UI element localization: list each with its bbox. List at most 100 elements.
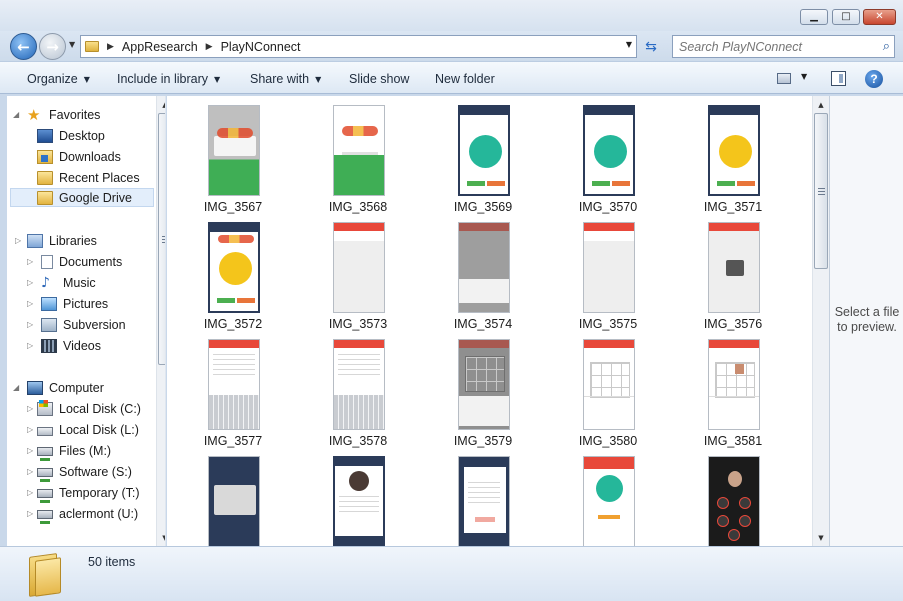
- file-item[interactable]: IMG_3567: [183, 105, 283, 223]
- collapse-computer-icon[interactable]: ◢: [13, 383, 19, 392]
- search-icon[interactable]: ⌕: [883, 39, 890, 54]
- share-with-menu[interactable]: Share with ▼: [250, 72, 321, 86]
- maximize-button[interactable]: □: [832, 9, 860, 25]
- expand-icon[interactable]: ▷: [27, 488, 33, 497]
- image-thumbnail[interactable]: [458, 105, 510, 196]
- image-thumbnail[interactable]: [583, 105, 635, 196]
- image-thumbnail[interactable]: [458, 222, 510, 313]
- close-button[interactable]: ✕: [863, 9, 896, 25]
- file-item[interactable]: IMG_3577: [183, 339, 283, 457]
- expand-icon[interactable]: ▷: [27, 467, 33, 476]
- organize-menu[interactable]: Organize ▼: [27, 72, 90, 86]
- file-item[interactable]: IMG_3573: [308, 222, 408, 340]
- file-item[interactable]: IMG_3581: [683, 339, 783, 457]
- minimize-button[interactable]: ▁: [800, 9, 828, 25]
- back-button[interactable]: ←: [10, 33, 37, 60]
- nav-libraries[interactable]: Libraries: [27, 231, 97, 250]
- address-bar[interactable]: ▶ AppResearch ▶ PlayNConnect ▼: [80, 35, 637, 58]
- image-thumbnail[interactable]: [208, 222, 260, 313]
- file-item[interactable]: IMG_3574: [433, 222, 533, 340]
- file-item[interactable]: [183, 456, 283, 546]
- breadcrumb-separator-icon[interactable]: ▶: [206, 42, 213, 52]
- image-thumbnail[interactable]: [458, 339, 510, 430]
- file-item[interactable]: IMG_3575: [558, 222, 658, 340]
- collapse-favorites-icon[interactable]: ◢: [13, 110, 19, 119]
- image-thumbnail[interactable]: [458, 456, 510, 546]
- image-thumbnail[interactable]: [333, 105, 385, 196]
- image-thumbnail[interactable]: [708, 339, 760, 430]
- nav-item-videos[interactable]: Videos: [41, 336, 101, 355]
- file-item[interactable]: [433, 456, 533, 546]
- file-item[interactable]: [308, 456, 408, 546]
- image-thumbnail[interactable]: [583, 456, 635, 546]
- scroll-down-icon[interactable]: ▼: [157, 529, 165, 546]
- nav-item-documents[interactable]: Documents: [41, 252, 122, 271]
- file-list[interactable]: IMG_3567 IMG_3568 IMG_3569 IMG_3570 IMG_3571…: [167, 96, 812, 546]
- image-thumbnail[interactable]: [333, 222, 385, 313]
- preview-pane-toggle-icon[interactable]: [831, 71, 846, 86]
- file-item[interactable]: [683, 456, 783, 546]
- nav-item-files-m[interactable]: Files (M:): [37, 441, 111, 461]
- file-item[interactable]: IMG_3570: [558, 105, 658, 223]
- scroll-up-icon[interactable]: ▲: [157, 96, 165, 113]
- expand-libraries-icon[interactable]: ▷: [15, 236, 21, 245]
- expand-icon[interactable]: ▷: [27, 425, 33, 434]
- include-in-library-menu[interactable]: Include in library ▼: [117, 72, 220, 86]
- image-thumbnail[interactable]: [333, 456, 385, 546]
- image-thumbnail[interactable]: [583, 339, 635, 430]
- file-item[interactable]: IMG_3576: [683, 222, 783, 340]
- nav-item-downloads[interactable]: Downloads: [37, 147, 121, 166]
- expand-icon[interactable]: ▷: [27, 404, 33, 413]
- nav-item-subversion[interactable]: Subversion: [41, 315, 126, 334]
- image-thumbnail[interactable]: [208, 105, 260, 196]
- nav-favorites[interactable]: ★ Favorites: [27, 105, 100, 124]
- navigation-scrollbar[interactable]: ▲ ▼: [156, 96, 165, 546]
- search-box[interactable]: ⌕: [672, 35, 895, 58]
- file-item[interactable]: IMG_3571: [683, 105, 783, 223]
- file-item[interactable]: IMG_3569: [433, 105, 533, 223]
- scroll-down-icon[interactable]: ▼: [813, 529, 829, 546]
- file-item[interactable]: IMG_3580: [558, 339, 658, 457]
- image-thumbnail[interactable]: [708, 456, 760, 546]
- expand-icon[interactable]: ▷: [27, 341, 33, 350]
- nav-computer[interactable]: Computer: [27, 378, 104, 397]
- slide-show-button[interactable]: Slide show: [349, 72, 409, 86]
- expand-icon[interactable]: ▷: [27, 278, 33, 287]
- new-folder-button[interactable]: New folder: [435, 72, 495, 86]
- file-list-scrollbar[interactable]: ▲ ▼: [812, 96, 829, 546]
- file-item[interactable]: IMG_3578: [308, 339, 408, 457]
- scroll-up-icon[interactable]: ▲: [813, 96, 829, 113]
- nav-item-pictures[interactable]: Pictures: [41, 294, 108, 313]
- refresh-button[interactable]: ⇆: [639, 35, 663, 58]
- file-item[interactable]: IMG_3572: [183, 222, 283, 340]
- breadcrumb-separator-icon[interactable]: ▶: [107, 42, 114, 52]
- image-thumbnail[interactable]: [208, 456, 260, 546]
- view-options-dropdown[interactable]: ▼: [801, 72, 807, 81]
- expand-icon[interactable]: ▷: [27, 257, 33, 266]
- image-thumbnail[interactable]: [708, 222, 760, 313]
- address-history-dropdown[interactable]: ▼: [626, 40, 632, 49]
- scrollbar-thumb[interactable]: [814, 113, 828, 269]
- image-thumbnail[interactable]: [583, 222, 635, 313]
- nav-item-local-disk-c[interactable]: Local Disk (C:): [37, 399, 141, 418]
- image-thumbnail[interactable]: [333, 339, 385, 430]
- search-input[interactable]: [679, 37, 869, 57]
- nav-item-software-s[interactable]: Software (S:): [37, 462, 132, 482]
- nav-item-temporary-t[interactable]: Temporary (T:): [37, 483, 140, 503]
- nav-item-desktop[interactable]: Desktop: [37, 126, 105, 145]
- nav-item-local-disk-l[interactable]: Local Disk (L:): [37, 420, 139, 439]
- expand-icon[interactable]: ▷: [27, 446, 33, 455]
- breadcrumb-appresearch[interactable]: AppResearch: [122, 40, 198, 54]
- scrollbar-thumb[interactable]: [158, 113, 165, 365]
- breadcrumb-playnconnect[interactable]: PlayNConnect: [221, 40, 301, 54]
- nav-item-recent-places[interactable]: Recent Places: [37, 168, 140, 187]
- expand-icon[interactable]: ▷: [27, 299, 33, 308]
- file-item[interactable]: IMG_3579: [433, 339, 533, 457]
- forward-button[interactable]: →: [39, 33, 66, 60]
- nav-item-aclermont-u[interactable]: aclermont (U:): [37, 504, 138, 524]
- image-thumbnail[interactable]: [708, 105, 760, 196]
- help-icon[interactable]: ?: [865, 70, 883, 88]
- file-item[interactable]: IMG_3568: [308, 105, 408, 223]
- recent-pages-dropdown[interactable]: ▼: [69, 40, 75, 49]
- nav-item-music[interactable]: ♪ Music: [41, 273, 96, 292]
